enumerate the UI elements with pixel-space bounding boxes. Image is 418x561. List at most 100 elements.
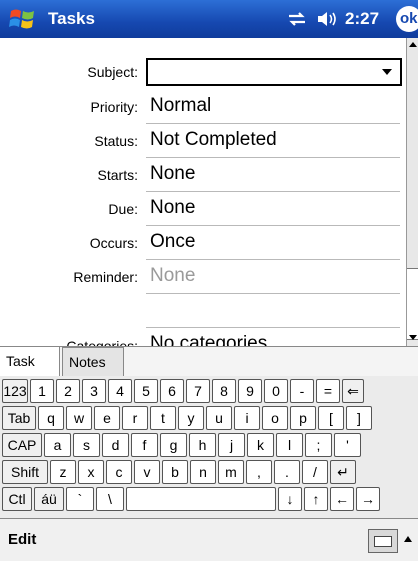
key[interactable]: Ctl	[2, 487, 32, 511]
input-menu-arrow-icon[interactable]	[404, 536, 412, 542]
keyboard-row4: Shift z x c v b n m,. / ↵	[0, 459, 418, 485]
key[interactable]: s	[73, 433, 100, 457]
key[interactable]: 123	[2, 379, 28, 403]
key[interactable]: r	[122, 406, 148, 430]
categories-row[interactable]: Categories: No categories	[0, 328, 406, 346]
key[interactable]: 7	[186, 379, 210, 403]
reminder-row[interactable]: Reminder: None	[0, 260, 406, 294]
key[interactable]: CAP	[2, 433, 42, 457]
key[interactable]: u	[206, 406, 232, 430]
key[interactable]: f	[131, 433, 158, 457]
key[interactable]: =	[316, 379, 340, 403]
key[interactable]: a	[44, 433, 71, 457]
key[interactable]: 8	[212, 379, 236, 403]
key[interactable]: c	[106, 460, 132, 484]
starts-label: Starts:	[97, 167, 138, 183]
vertical-scrollbar[interactable]	[406, 38, 418, 346]
subject-label: Subject:	[87, 64, 138, 80]
key[interactable]: z	[50, 460, 76, 484]
starts-row[interactable]: Starts: None	[0, 158, 406, 192]
scroll-up-icon[interactable]	[409, 42, 417, 47]
input-panel-button[interactable]	[368, 529, 398, 553]
key[interactable]: .	[274, 460, 300, 484]
tab-notes[interactable]: Notes	[62, 347, 124, 377]
key[interactable]: ↵	[330, 460, 356, 484]
status-row[interactable]: Status: Not Completed	[0, 124, 406, 158]
key[interactable]: Shift	[2, 460, 48, 484]
dropdown-arrow-icon[interactable]	[382, 69, 392, 75]
windows-flag-icon[interactable]	[8, 5, 36, 33]
key[interactable]: o	[262, 406, 288, 430]
edit-menu[interactable]: Edit	[8, 531, 36, 548]
key[interactable]: ↑	[304, 487, 328, 511]
key[interactable]: x	[78, 460, 104, 484]
key[interactable]: v	[134, 460, 160, 484]
priority-value[interactable]: Normal	[150, 95, 211, 117]
blank-row	[0, 294, 406, 328]
subject-combobox[interactable]	[146, 58, 402, 86]
key[interactable]: -	[290, 379, 314, 403]
key[interactable]: [	[318, 406, 344, 430]
key[interactable]: n	[190, 460, 216, 484]
ok-button[interactable]: ok	[396, 6, 418, 32]
clock-time[interactable]: 2:27	[345, 9, 379, 29]
connectivity-icon[interactable]	[286, 10, 308, 28]
key[interactable]: `	[66, 487, 94, 511]
key[interactable]: t	[150, 406, 176, 430]
key[interactable]: 1	[30, 379, 54, 403]
status-value[interactable]: Not Completed	[150, 129, 277, 151]
key[interactable]: g	[160, 433, 187, 457]
key[interactable]: p	[290, 406, 316, 430]
key[interactable]: áü	[34, 487, 64, 511]
scroll-thumb[interactable]	[407, 268, 418, 340]
key[interactable]: 9	[238, 379, 262, 403]
key[interactable]: ↓	[278, 487, 302, 511]
key[interactable]: /	[302, 460, 328, 484]
tab-task[interactable]: Task	[0, 347, 60, 377]
key[interactable]: y	[178, 406, 204, 430]
due-value[interactable]: None	[150, 197, 195, 219]
title-bar: Tasks 2:27 ok	[0, 0, 418, 38]
keyboard-row3: CAP a s d f g h j k l; '	[0, 432, 418, 458]
key[interactable]: →	[356, 487, 380, 511]
key[interactable]: ←	[330, 487, 354, 511]
key[interactable]: 4	[108, 379, 132, 403]
key[interactable]: d	[102, 433, 129, 457]
key[interactable]: Tab	[2, 406, 36, 430]
categories-value[interactable]: No categories	[150, 333, 267, 346]
key[interactable]: 6	[160, 379, 184, 403]
due-row[interactable]: Due: None	[0, 192, 406, 226]
speaker-icon[interactable]	[316, 10, 338, 28]
key[interactable]: 3	[82, 379, 106, 403]
occurs-row[interactable]: Occurs: Once	[0, 226, 406, 260]
key[interactable]: 2	[56, 379, 80, 403]
occurs-value[interactable]: Once	[150, 231, 195, 253]
key[interactable]: ;	[305, 433, 332, 457]
key[interactable]: ,	[246, 460, 272, 484]
key[interactable]: ⇐	[342, 379, 364, 403]
key[interactable]: '	[334, 433, 361, 457]
keyboard-row2: Tab q w e r t y u i o p[]	[0, 405, 418, 431]
key[interactable]: \	[96, 487, 124, 511]
priority-row[interactable]: Priority: Normal	[0, 90, 406, 124]
key[interactable]: l	[276, 433, 303, 457]
key[interactable]: ]	[346, 406, 372, 430]
scroll-down-icon[interactable]	[409, 335, 417, 340]
key[interactable]: j	[218, 433, 245, 457]
app-title: Tasks	[48, 9, 95, 28]
key[interactable]: b	[162, 460, 188, 484]
key[interactable]: q	[38, 406, 64, 430]
key[interactable]: 5	[134, 379, 158, 403]
key[interactable]: h	[189, 433, 216, 457]
starts-value[interactable]: None	[150, 163, 195, 185]
reminder-value[interactable]: None	[150, 265, 195, 287]
status-label: Status:	[94, 133, 138, 149]
key-space[interactable]	[126, 487, 276, 511]
key[interactable]: m	[218, 460, 244, 484]
key[interactable]: e	[94, 406, 120, 430]
key[interactable]: 0	[264, 379, 288, 403]
occurs-label: Occurs:	[89, 235, 138, 251]
key[interactable]: i	[234, 406, 260, 430]
key[interactable]: w	[66, 406, 92, 430]
key[interactable]: k	[247, 433, 274, 457]
